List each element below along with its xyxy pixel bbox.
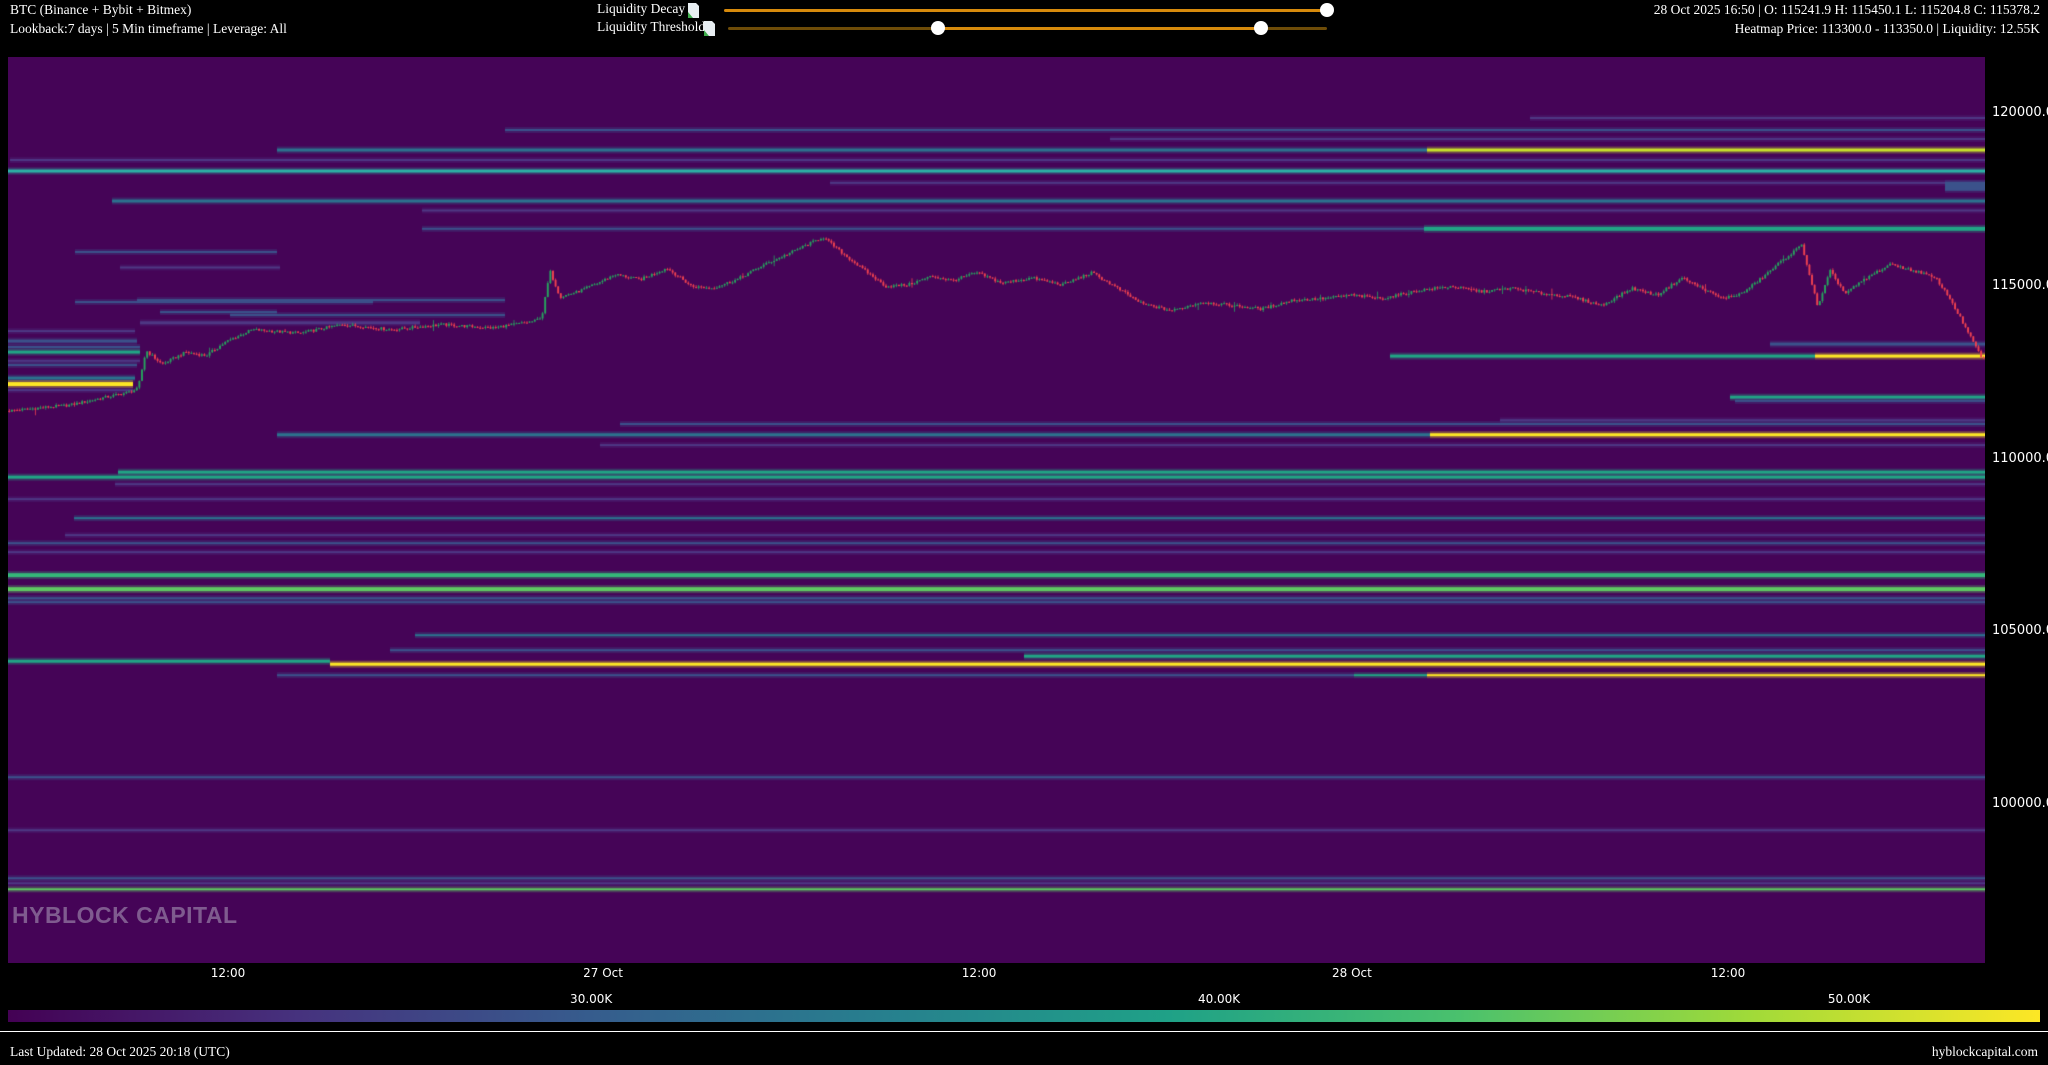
liquidity-threshold-label: Liquidity Threshold bbox=[597, 19, 705, 35]
last-updated-text: Last Updated: 28 Oct 2025 20:18 (UTC) bbox=[10, 1044, 230, 1060]
liquidity-threshold-low-handle[interactable] bbox=[931, 21, 945, 35]
price-tick-label: 105000.0 bbox=[1992, 623, 2048, 638]
liquidity-threshold-high-handle[interactable] bbox=[1254, 21, 1268, 35]
liquidity-decay-handle[interactable] bbox=[1320, 3, 1334, 17]
time-tick-label: 12:00 bbox=[962, 966, 997, 980]
colorbar-tick-label: 50.00K bbox=[1828, 992, 1870, 1006]
site-link[interactable]: hyblockcapital.com bbox=[1932, 1044, 2038, 1060]
liquidity-threshold-track[interactable] bbox=[728, 27, 938, 30]
liquidity-decay-doc-icon[interactable] bbox=[687, 3, 700, 18]
price-tick-label: 110000.0 bbox=[1992, 451, 2048, 466]
liquidity-threshold-track-right[interactable] bbox=[1261, 27, 1327, 30]
liquidity-decay-track[interactable] bbox=[724, 9, 1327, 12]
heatmap-plot-area[interactable]: HYBLOCK CAPITAL bbox=[8, 57, 1985, 963]
time-tick-label: 28 Oct bbox=[1332, 966, 1372, 980]
liquidity-threshold-doc-icon[interactable] bbox=[703, 21, 716, 36]
liquidation-heatmap-app: BTC (Binance + Bybit + Bitmex) Lookback:… bbox=[0, 0, 2048, 1065]
lookback-settings: Lookback:7 days | 5 Min timeframe | Leve… bbox=[10, 20, 287, 37]
time-tick-label: 12:00 bbox=[1711, 966, 1746, 980]
ohlc-readout: 28 Oct 2025 16:50 | O: 115241.9 H: 11545… bbox=[1654, 1, 2040, 18]
colorbar-tick-label: 30.00K bbox=[570, 992, 612, 1006]
colorbar-tick-label: 40.00K bbox=[1198, 992, 1240, 1006]
heatmap-canvas[interactable] bbox=[8, 57, 1985, 963]
liquidity-colorbar bbox=[8, 1010, 2040, 1022]
price-tick-label: 120000.0 bbox=[1992, 105, 2048, 120]
price-tick-label: 100000.0 bbox=[1992, 796, 2048, 811]
time-tick-label: 12:00 bbox=[211, 966, 246, 980]
hyblock-watermark: HYBLOCK CAPITAL bbox=[12, 902, 238, 929]
liquidity-decay-label: Liquidity Decay bbox=[597, 1, 685, 17]
symbol-title: BTC (Binance + Bybit + Bitmex) bbox=[10, 1, 191, 18]
footer-divider bbox=[0, 1031, 2048, 1032]
time-tick-label: 27 Oct bbox=[583, 966, 623, 980]
liquidity-threshold-range[interactable] bbox=[938, 27, 1261, 30]
heatmap-price-readout: Heatmap Price: 113300.0 - 113350.0 | Liq… bbox=[1735, 20, 2040, 37]
price-tick-label: 115000.0 bbox=[1992, 278, 2048, 293]
